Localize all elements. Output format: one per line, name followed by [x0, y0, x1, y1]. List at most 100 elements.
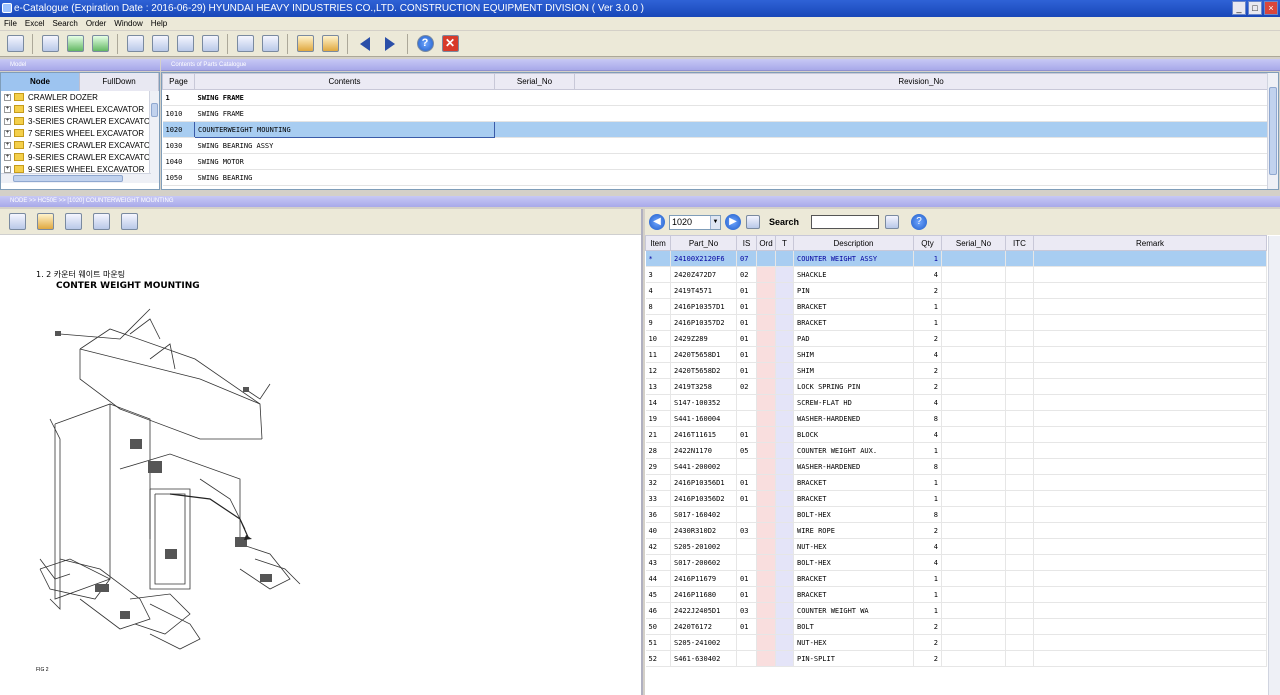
next-page-button[interactable]: ▶	[725, 214, 741, 230]
table-row[interactable]: 14 S147-100352 SCREW-FLAT HD 4	[645, 394, 1267, 411]
filter-button[interactable]	[199, 33, 221, 55]
table-row[interactable]: 9 2416P10357D2 01 BRACKET 1	[645, 314, 1267, 331]
col-itc[interactable]: ITC	[1005, 235, 1034, 251]
cart-view-button[interactable]	[319, 33, 341, 55]
col-remark[interactable]: Remark	[1033, 235, 1267, 251]
tree-item[interactable]: +3 SERIES WHEEL EXCAVATOR	[1, 103, 159, 115]
zoom-out-button[interactable]	[90, 211, 112, 233]
table-row[interactable]: 12 2420T5658D2 01 SHIM 2	[645, 362, 1267, 379]
menu-window[interactable]: Window	[114, 17, 142, 30]
parts-print-button[interactable]	[745, 211, 761, 233]
excel-export-button[interactable]	[64, 33, 86, 55]
col-serial-no[interactable]: Serial_No	[941, 235, 1006, 251]
parts-drawing[interactable]: 1. 2 카운터 웨이트 마운팅 CONTER WEIGHT MOUNTING	[0, 239, 641, 695]
zoom-in-button[interactable]	[62, 211, 84, 233]
table-row[interactable]: 52 S461-630402 PIN-SPLIT 2	[645, 650, 1267, 667]
col-is[interactable]: IS	[736, 235, 757, 251]
menu-help[interactable]: Help	[151, 17, 167, 30]
forward-button[interactable]	[379, 33, 401, 55]
menu-excel[interactable]: Excel	[25, 17, 45, 30]
back-button[interactable]	[354, 33, 376, 55]
table-row[interactable]: 44 2416P11679 01 BRACKET 1	[645, 570, 1267, 587]
list-check-button[interactable]	[149, 33, 171, 55]
expand-icon[interactable]: +	[4, 93, 11, 101]
contents-vertical-scrollbar[interactable]	[1267, 73, 1278, 189]
table-row[interactable]: 46 2422J2405D1 03 COUNTER WEIGHT WA 1	[645, 602, 1267, 619]
font-increase-button[interactable]	[234, 33, 256, 55]
tree-item[interactable]: +9-SERIES CRAWLER EXCAVATO	[1, 151, 159, 163]
table-row[interactable]: 45 2416P11680 01 BRACKET 1	[645, 586, 1267, 603]
menu-order[interactable]: Order	[86, 17, 106, 30]
expand-icon[interactable]: +	[4, 117, 11, 125]
table-row[interactable]: 32 2416P10356D1 01 BRACKET 1	[645, 474, 1267, 491]
table-row[interactable]: 3 2420Z472D7 02 SHACKLE 4	[645, 266, 1267, 283]
col-revision[interactable]: Revision_No	[574, 73, 1268, 90]
cart-add-button[interactable]	[294, 33, 316, 55]
list-button[interactable]	[124, 33, 146, 55]
table-row[interactable]: 21 2416T11615 01 BLOCK 4	[645, 426, 1267, 443]
maximize-button[interactable]: □	[1248, 1, 1262, 15]
table-row[interactable]: 1030 SWING BEARING ASSY	[162, 137, 1268, 154]
home-button[interactable]	[4, 33, 26, 55]
table-row[interactable]: 42 S205-201002 NUT-HEX 4	[645, 538, 1267, 555]
col-part-no[interactable]: Part_No	[670, 235, 737, 251]
col-t[interactable]: T	[775, 235, 794, 251]
table-row[interactable]: 40 2430R310D2 03 WIRE ROPE 2	[645, 522, 1267, 539]
tree-item[interactable]: + CRAWLER DOZER	[1, 91, 159, 103]
menu-search[interactable]: Search	[52, 17, 77, 30]
table-row[interactable]: 28 2422N1170 05 COUNTER WEIGHT AUX. 1	[645, 442, 1267, 459]
col-page[interactable]: Page	[162, 73, 195, 90]
table-row[interactable]: 11 2420T5658D1 01 SHIM 4	[645, 346, 1267, 363]
table-row[interactable]: 1010 SWING FRAME	[162, 105, 1268, 122]
tab-fulldown[interactable]: FullDown	[80, 73, 159, 91]
table-row[interactable]: 29 S441-200002 WASHER-HARDENED 8	[645, 458, 1267, 475]
table-row[interactable]: 13 2419T3258 02 LOCK SPRING PIN 2	[645, 378, 1267, 395]
search-input[interactable]	[811, 215, 880, 229]
table-row[interactable]: 50 2420T6172 01 BOLT 2	[645, 618, 1267, 635]
tree-horizontal-scrollbar[interactable]	[1, 173, 151, 183]
page-select[interactable]: 1020 ▼	[669, 214, 721, 230]
exit-button[interactable]: ✕	[439, 33, 461, 55]
tree-item[interactable]: +7-SERIES CRAWLER EXCAVATO	[1, 139, 159, 151]
table-row[interactable]: 33 2416P10356D2 01 BRACKET 1	[645, 490, 1267, 507]
help-button[interactable]: ?	[414, 33, 436, 55]
table-row[interactable]: 51 S205-241002 NUT-HEX 2	[645, 634, 1267, 651]
expand-icon[interactable]: +	[4, 129, 11, 137]
close-button[interactable]: ×	[1264, 1, 1278, 15]
table-row[interactable]: 1040 SWING MOTOR	[162, 153, 1268, 170]
expand-icon[interactable]: +	[4, 105, 11, 113]
list-grid-button[interactable]	[174, 33, 196, 55]
expand-icon[interactable]: +	[4, 165, 11, 173]
table-row-selected[interactable]: 1020 COUNTERWEIGHT MOUNTING	[162, 121, 1268, 138]
table-row[interactable]: 19 S441-160004 WASHER-HARDENED 8	[645, 410, 1267, 427]
expand-icon[interactable]: +	[4, 141, 11, 149]
expand-icon[interactable]: +	[4, 153, 11, 161]
pan-button[interactable]	[34, 211, 56, 233]
tab-node[interactable]: Node	[1, 73, 80, 91]
previous-page-button[interactable]: ◀	[649, 214, 665, 230]
excel-import-button[interactable]	[89, 33, 111, 55]
print-button[interactable]	[118, 211, 140, 233]
table-row[interactable]: 43 S017-200602 BOLT-HEX 4	[645, 554, 1267, 571]
chevron-down-icon[interactable]: ▼	[710, 215, 720, 229]
font-decrease-button[interactable]	[259, 33, 281, 55]
tree-vertical-scrollbar[interactable]	[149, 91, 159, 183]
col-ord[interactable]: Ord	[756, 235, 776, 251]
table-row[interactable]: 1 SWING FRAME	[162, 89, 1268, 106]
table-row[interactable]: 36 S017-160402 BOLT-HEX 8	[645, 506, 1267, 523]
parts-help-button[interactable]: ?	[911, 214, 928, 230]
col-description[interactable]: Description	[793, 235, 914, 251]
parts-vertical-scrollbar[interactable]	[1268, 236, 1280, 695]
binoculars-button[interactable]	[39, 33, 61, 55]
col-contents[interactable]: Contents	[194, 73, 495, 90]
table-row-selected[interactable]: * 24100X2120F6 07 COUNTER WEIGHT ASSY 1	[645, 250, 1267, 267]
col-item[interactable]: Item	[645, 235, 671, 251]
table-row[interactable]: 10 2429Z289 01 PAD 2	[645, 330, 1267, 347]
minimize-button[interactable]: _	[1232, 1, 1246, 15]
table-row[interactable]: 4 2419T4571 01 PIN 2	[645, 282, 1267, 299]
menu-file[interactable]: File	[4, 17, 17, 30]
tree-item[interactable]: +7 SERIES WHEEL EXCAVATOR	[1, 127, 159, 139]
table-row[interactable]: 1050 SWING BEARING	[162, 169, 1268, 186]
search-button[interactable]	[883, 211, 901, 233]
col-qty[interactable]: Qty	[913, 235, 942, 251]
